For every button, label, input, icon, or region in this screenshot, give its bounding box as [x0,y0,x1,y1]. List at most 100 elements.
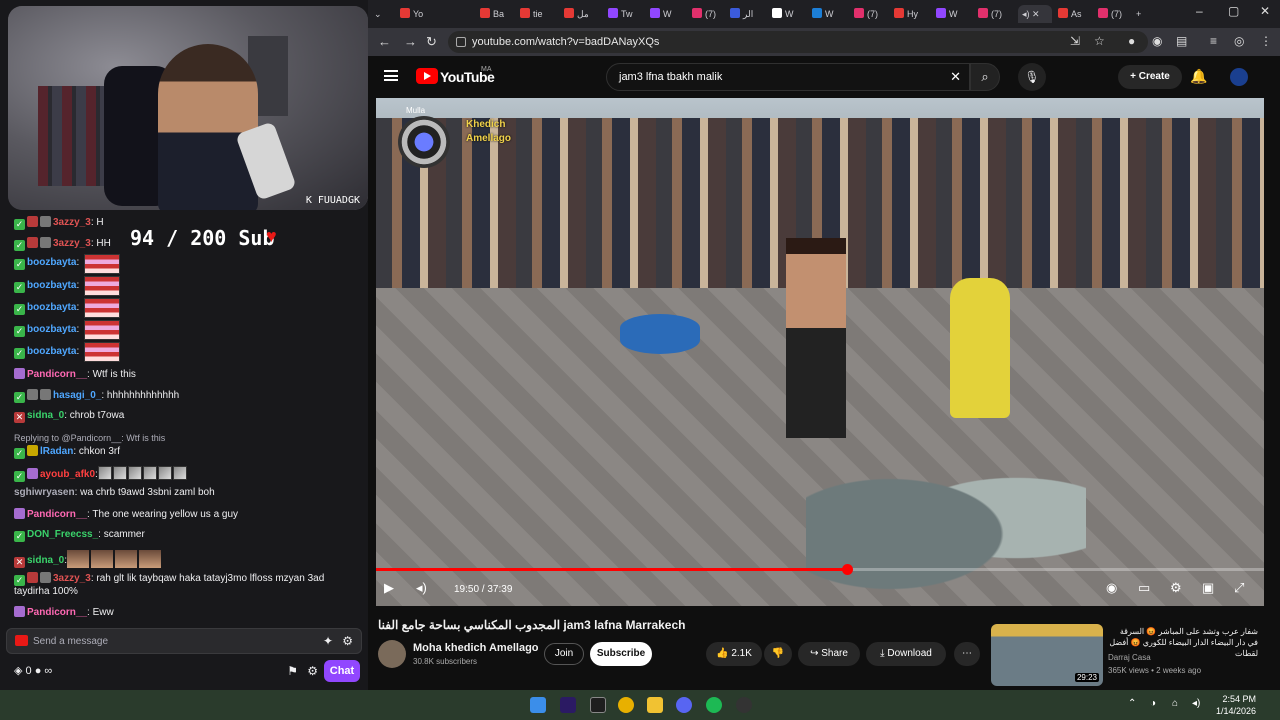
share-button[interactable]: ↪ Share [798,642,860,666]
extensions-icon[interactable]: ▤ [1176,34,1187,48]
dislike-button[interactable]: 👎 [764,642,792,666]
clock[interactable]: 2:54 PM 1/14/2026 [1216,693,1256,717]
autoplay-toggle-icon[interactable]: ◉ [1106,580,1117,596]
suggested-video-channel[interactable]: Darraj Casa [1108,653,1151,662]
chat-input[interactable]: Send a message ✦ ⚙ [6,628,362,654]
tab[interactable]: As [1058,5,1098,23]
close-window-icon[interactable]: ✕ [1260,4,1270,18]
settings-icon[interactable]: ⚙ [307,664,318,678]
chrome-icon[interactable] [618,697,634,713]
chat-send-button[interactable]: Chat [324,660,360,682]
chat-username[interactable]: 3azzy_3 [53,217,91,228]
site-info-icon[interactable] [456,37,466,47]
search-input[interactable]: jam3 lfna tbakh malik ✕ [606,63,970,91]
fullscreen-icon[interactable]: ⤢ [1234,580,1244,596]
minimize-icon[interactable]: – [1196,4,1203,18]
app-icon[interactable] [590,697,606,713]
headset-icon[interactable]: ◑ [1150,698,1156,709]
chat-username[interactable]: sghiwryasen [14,487,75,498]
tray-chevron-icon[interactable]: ⌃ [1128,698,1136,709]
chat-username[interactable]: sidna_0 [27,555,64,566]
volume-icon[interactable]: ◂) [1192,698,1200,709]
back-icon[interactable]: ← [378,34,391,49]
start-icon[interactable] [530,697,546,713]
tab[interactable]: Tw [608,5,648,23]
hamburger-menu-icon[interactable] [384,70,398,81]
voice-search-icon[interactable]: 🎙 [1018,63,1046,91]
premiere-icon[interactable] [560,697,576,713]
emote-picker-icon[interactable]: ⚙ [342,634,353,648]
chat-username[interactable]: Pandicorn__ [27,369,87,380]
tab[interactable]: tie [520,5,560,23]
join-button[interactable]: Join [544,643,584,665]
obs-icon[interactable] [736,697,752,713]
network-icon[interactable]: ⌂ [1172,698,1178,709]
spotify-icon[interactable] [706,697,722,713]
url-field[interactable]: youtube.com/watch?v=badDANayXQs [448,31,1148,53]
extension-icon[interactable]: ● [1128,34,1135,48]
channel-points[interactable]: ◈ 0 ● ∞ [14,664,52,677]
settings-icon[interactable]: ⚙ [1170,580,1182,596]
tab[interactable]: W [812,5,852,23]
chat-badge-icon[interactable] [15,635,28,646]
channel-avatar[interactable] [378,640,406,668]
new-tab-button[interactable]: + [1136,5,1150,23]
chat-username[interactable]: boozbayta [27,324,76,335]
volume-icon[interactable]: ◂) [416,580,427,596]
chat-username[interactable]: boozbayta [27,257,76,268]
reload-icon[interactable]: ↻ [426,34,437,50]
tab[interactable]: W [650,5,690,23]
forward-icon[interactable]: → [404,34,417,49]
video-player[interactable]: Mulla Khedich Amellago ▶ ◂) 19:50 / 37:39… [376,98,1264,606]
tab[interactable]: (7) [854,5,894,23]
media-icon[interactable]: ≡ [1210,34,1217,48]
tab[interactable]: (7) [1098,5,1138,23]
close-icon[interactable]: ✕ [1032,9,1040,19]
tab-list-button[interactable]: ⌄ [374,5,388,23]
chat-username[interactable]: boozbayta [27,346,76,357]
chat-username[interactable]: boozbayta [27,280,76,291]
suggested-video-thumbnail[interactable]: 29:23 [991,624,1103,686]
chat-username[interactable]: Pandicorn__ [27,509,87,520]
discord-icon[interactable] [676,697,692,713]
bits-icon[interactable]: ✦ [323,634,333,648]
tab[interactable]: Ba [480,5,520,23]
menu-icon[interactable]: ⋮ [1260,34,1272,48]
chat-username[interactable]: boozbayta [27,302,76,313]
chat-username[interactable]: DON_Freecss_ [27,529,98,540]
profile-icon[interactable]: ◎ [1234,34,1244,48]
maximize-icon[interactable]: ▢ [1228,4,1239,18]
chat-username[interactable]: sidna_0 [27,410,64,421]
bookmark-icon[interactable]: ☆ [1094,34,1105,48]
progress-handle[interactable] [841,564,853,575]
chat-username[interactable]: lRadan [40,446,73,457]
tab-active[interactable]: ◂) ✕ [1018,5,1052,23]
miniplayer-icon[interactable]: ▣ [1202,580,1214,596]
tab[interactable]: مل [564,5,604,23]
progress-bar[interactable] [376,564,1264,575]
tab[interactable]: W [772,5,812,23]
bits-icon[interactable]: ⚑ [287,664,298,678]
tab[interactable]: (7) [692,5,732,23]
create-button[interactable]: + Create [1118,65,1182,89]
tab[interactable]: (7) [978,5,1018,23]
clear-search-icon[interactable]: ✕ [950,69,961,85]
download-button[interactable]: ⤓ Download [866,642,946,666]
tab[interactable]: Hy [894,5,934,23]
install-icon[interactable]: ⇲ [1070,34,1080,48]
tab[interactable]: الر [730,5,770,23]
chat-username[interactable]: 3azzy_3 [53,573,91,584]
notifications-icon[interactable]: 🔔 [1190,68,1207,85]
chat-username[interactable]: 3azzy_3 [53,238,91,249]
channel-name[interactable]: Moha khedich Amellago [413,642,539,654]
tab[interactable]: W [936,5,976,23]
chat-username[interactable]: ayoub_afk0 [40,469,95,480]
audio-icon[interactable]: ◂) [1022,9,1030,19]
more-actions-button[interactable]: ⋯ [954,642,980,666]
subscribe-button[interactable]: Subscribe [590,642,652,666]
chat-username[interactable]: Pandicorn__ [27,607,87,618]
tab[interactable]: Yo [400,5,440,23]
like-button[interactable]: 👍 2.1K [706,642,762,666]
captions-icon[interactable]: ▭ [1138,580,1150,596]
search-button[interactable]: ⌕ [970,63,1000,91]
